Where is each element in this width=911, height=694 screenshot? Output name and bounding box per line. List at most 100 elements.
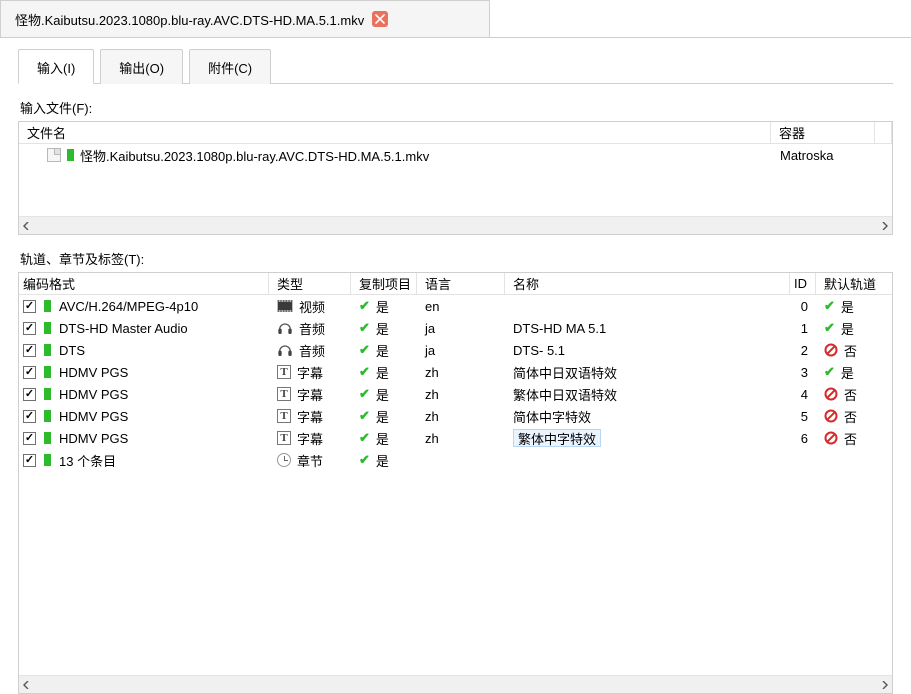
track-codec: HDMV PGS <box>59 387 128 402</box>
main-pane: 输入(I) 输出(O) 附件(C) 输入文件(F): 文件名 容器 怪物.Kai… <box>0 38 911 694</box>
col-name[interactable]: 名称 <box>505 273 790 294</box>
track-row[interactable]: HDMV PGST字幕✔是zh繁体中日双语特效4 否 <box>19 383 892 405</box>
tab-label: 输出(O) <box>119 58 164 77</box>
track-row[interactable]: 13 个条目 章节 ✔ 是 <box>19 449 892 471</box>
track-row[interactable]: DTS音频✔是jaDTS- 5.12 否 <box>19 339 892 361</box>
forbidden-icon <box>824 387 838 401</box>
col-lang[interactable]: 语言 <box>417 273 505 294</box>
copy-text: 是 <box>376 319 389 338</box>
default-text: 是 <box>841 363 854 382</box>
track-row[interactable]: HDMV PGST字幕✔是zh简体中日双语特效3✔ 是 <box>19 361 892 383</box>
chapter-icon <box>277 453 291 467</box>
tab-input[interactable]: 输入(I) <box>18 49 94 84</box>
copy-text: 是 <box>376 451 389 470</box>
track-checkbox[interactable] <box>23 322 36 335</box>
check-icon: ✔ <box>359 342 370 358</box>
track-id: 6 <box>801 431 808 446</box>
col-container[interactable]: 容器 <box>771 122 875 143</box>
window-tab-bar: 怪物.Kaibutsu.2023.1080p.blu-ray.AVC.DTS-H… <box>0 0 911 38</box>
subtitle-icon: T <box>277 409 291 423</box>
track-lang: zh <box>425 431 439 446</box>
track-id: 2 <box>801 343 808 358</box>
forbidden-icon <box>824 431 838 445</box>
track-codec: AVC/H.264/MPEG-4p10 <box>59 299 198 314</box>
track-type: 字幕 <box>297 363 323 382</box>
file-icon <box>47 148 61 162</box>
scroll-track[interactable] <box>35 217 876 234</box>
track-codec: 13 个条目 <box>59 451 116 470</box>
check-icon: ✔ <box>359 320 370 336</box>
scroll-left-icon[interactable] <box>19 677 35 693</box>
track-checkbox[interactable] <box>23 300 36 313</box>
file-name: 怪物.Kaibutsu.2023.1080p.blu-ray.AVC.DTS-H… <box>80 146 429 165</box>
status-bar-icon <box>44 322 51 334</box>
track-lang: en <box>425 299 439 314</box>
status-bar-icon <box>44 388 51 400</box>
window-tab[interactable]: 怪物.Kaibutsu.2023.1080p.blu-ray.AVC.DTS-H… <box>0 0 490 38</box>
track-lang: ja <box>425 343 435 358</box>
track-lang: zh <box>425 365 439 380</box>
copy-text: 是 <box>376 429 389 448</box>
track-name-input[interactable]: 繁体中字特效 <box>513 429 601 447</box>
col-codec[interactable]: 编码格式 <box>19 273 269 294</box>
scroll-right-icon[interactable] <box>876 677 892 693</box>
scroll-right-icon[interactable] <box>876 218 892 234</box>
tracks-header: 编码格式 类型 复制项目 语言 名称 ID 默认轨道 <box>19 273 892 295</box>
track-lang: ja <box>425 321 435 336</box>
track-type: 字幕 <box>297 429 323 448</box>
track-row[interactable]: HDMV PGST字幕✔是zh简体中字特效5 否 <box>19 405 892 427</box>
section-tabs: 输入(I) 输出(O) 附件(C) <box>18 48 893 84</box>
track-id: 3 <box>801 365 808 380</box>
subtitle-icon: T <box>277 387 291 401</box>
track-checkbox[interactable] <box>23 388 36 401</box>
col-id[interactable]: ID <box>790 273 816 294</box>
tab-attachments[interactable]: 附件(C) <box>189 49 271 84</box>
check-icon: ✔ <box>824 298 835 314</box>
hscrollbar[interactable] <box>19 675 892 693</box>
track-checkbox[interactable] <box>23 432 36 445</box>
track-type: 章节 <box>297 451 323 470</box>
col-filename[interactable]: 文件名 <box>19 122 771 143</box>
check-icon: ✔ <box>359 298 370 314</box>
copy-text: 是 <box>376 385 389 404</box>
check-icon: ✔ <box>359 408 370 424</box>
input-files-label: 输入文件(F): <box>20 98 893 117</box>
hscrollbar[interactable] <box>19 216 892 234</box>
audio-icon <box>277 343 293 357</box>
status-bar-icon <box>44 300 51 312</box>
col-copy[interactable]: 复制项目 <box>351 273 417 294</box>
check-icon: ✔ <box>824 320 835 336</box>
check-icon: ✔ <box>359 452 370 468</box>
track-checkbox[interactable] <box>23 454 36 467</box>
col-type[interactable]: 类型 <box>269 273 351 294</box>
track-row[interactable]: AVC/H.264/MPEG-4p10视频✔是en0✔ 是 <box>19 295 892 317</box>
track-checkbox[interactable] <box>23 344 36 357</box>
track-checkbox[interactable] <box>23 366 36 379</box>
tab-output[interactable]: 输出(O) <box>100 49 183 84</box>
subtitle-icon: T <box>277 365 291 379</box>
track-type: 字幕 <box>297 385 323 404</box>
track-name: DTS- 5.1 <box>513 343 565 358</box>
check-icon: ✔ <box>359 364 370 380</box>
copy-text: 是 <box>376 407 389 426</box>
default-text: 是 <box>841 297 854 316</box>
file-row[interactable]: 怪物.Kaibutsu.2023.1080p.blu-ray.AVC.DTS-H… <box>19 144 892 166</box>
scroll-track[interactable] <box>35 676 876 693</box>
track-codec: HDMV PGS <box>59 431 128 446</box>
track-codec: DTS-HD Master Audio <box>59 321 188 336</box>
track-row[interactable]: HDMV PGST字幕✔是zh繁体中字特效6 否 <box>19 427 892 449</box>
copy-text: 是 <box>376 363 389 382</box>
close-icon[interactable] <box>372 11 388 27</box>
status-bar-icon <box>44 432 51 444</box>
track-type: 字幕 <box>297 407 323 426</box>
tab-label: 输入(I) <box>37 58 75 77</box>
input-files-header: 文件名 容器 <box>19 122 892 144</box>
track-codec: HDMV PGS <box>59 365 128 380</box>
tracks-label: 轨道、章节及标签(T): <box>20 249 893 268</box>
track-row[interactable]: DTS-HD Master Audio音频✔是jaDTS-HD MA 5.11✔… <box>19 317 892 339</box>
track-checkbox[interactable] <box>23 410 36 423</box>
tracks-table: 编码格式 类型 复制项目 语言 名称 ID 默认轨道 AVC/H.264/MPE… <box>18 272 893 694</box>
scroll-left-icon[interactable] <box>19 218 35 234</box>
status-bar-icon <box>44 410 51 422</box>
col-default[interactable]: 默认轨道 <box>816 273 892 294</box>
